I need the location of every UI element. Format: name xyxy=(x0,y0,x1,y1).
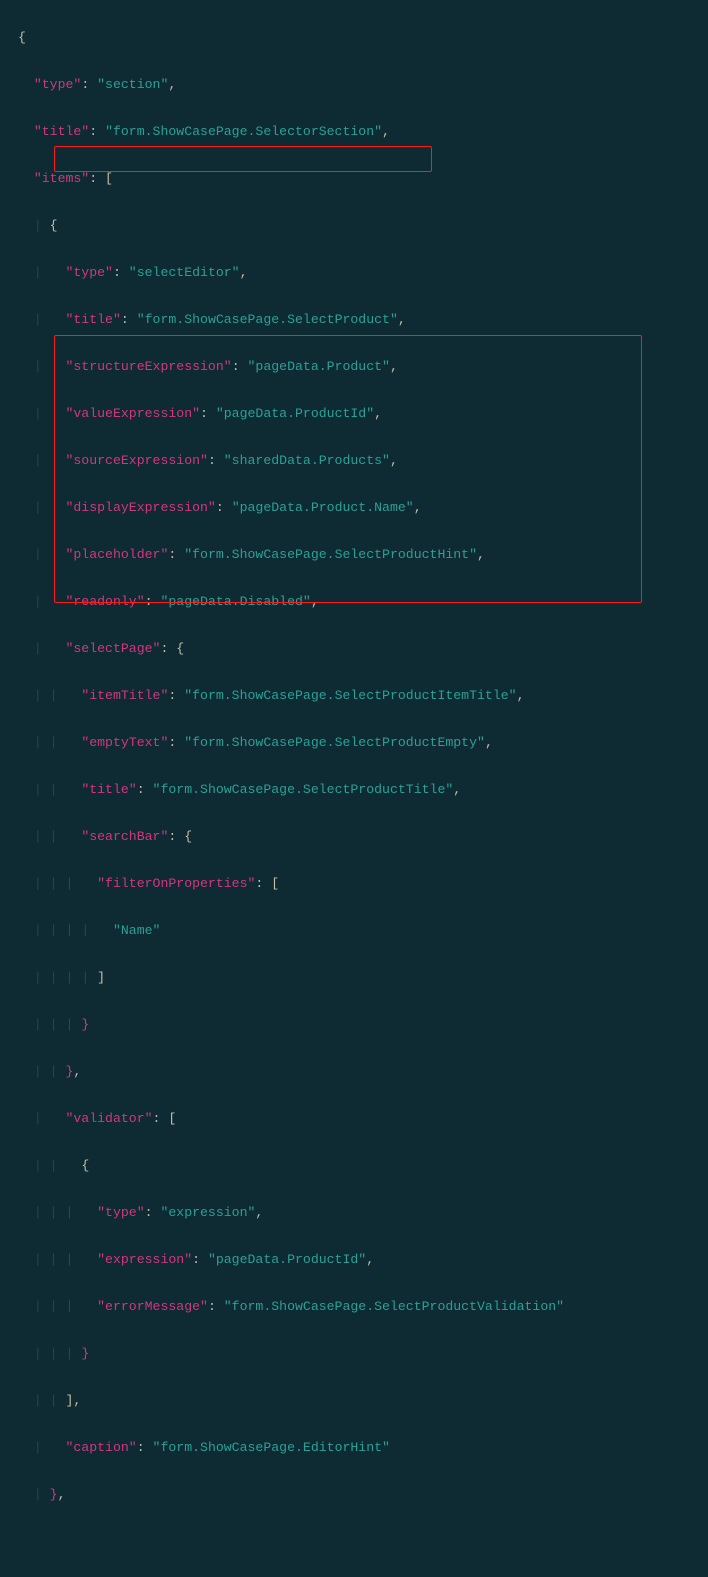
code-line: | "structureExpression": "pageData.Produ… xyxy=(0,355,708,379)
code-line: | | "emptyText": "form.ShowCasePage.Sele… xyxy=(0,731,708,755)
code-line: "items": [ xyxy=(0,167,708,191)
code-line: | | | | ] xyxy=(0,966,708,990)
code-line: | "title": "form.ShowCasePage.SelectProd… xyxy=(0,308,708,332)
code-block: { "type": "section", "title": "form.Show… xyxy=(0,2,708,1577)
brace: { xyxy=(18,30,26,45)
code-line: | "type": "selectEditor", xyxy=(0,261,708,285)
code-line: | | }, xyxy=(0,1060,708,1084)
code-line: | "valueExpression": "pageData.ProductId… xyxy=(0,402,708,426)
code-line: "title": "form.ShowCasePage.SelectorSect… xyxy=(0,120,708,144)
code-line: | | | "type": "expression", xyxy=(0,1201,708,1225)
code-line: | "validator": [ xyxy=(0,1107,708,1131)
code-line: | | | } xyxy=(0,1013,708,1037)
code-line: | "readonly": "pageData.Disabled", xyxy=(0,590,708,614)
code-line: | | "searchBar": { xyxy=(0,825,708,849)
code-line: "type": "section", xyxy=(0,73,708,97)
code-line: | | | "expression": "pageData.ProductId"… xyxy=(0,1248,708,1272)
code-line: | | { xyxy=(0,1154,708,1178)
code-line: | }, xyxy=(0,1483,708,1507)
code-line: | "sourceExpression": "sharedData.Produc… xyxy=(0,449,708,473)
code-line: | "selectPage": { xyxy=(0,637,708,661)
code-line: | "displayExpression": "pageData.Product… xyxy=(0,496,708,520)
code-line: | | "itemTitle": "form.ShowCasePage.Sele… xyxy=(0,684,708,708)
code-line: | "placeholder": "form.ShowCasePage.Sele… xyxy=(0,543,708,567)
code-line: | "caption": "form.ShowCasePage.EditorHi… xyxy=(0,1436,708,1460)
code-line: | { xyxy=(0,214,708,238)
code-line: | | | | "Name" xyxy=(0,919,708,943)
code-line: | | | } xyxy=(0,1342,708,1366)
code-line: | | | "filterOnProperties": [ xyxy=(0,872,708,896)
code-line: | | ], xyxy=(0,1389,708,1413)
code-line: | | | "errorMessage": "form.ShowCasePage… xyxy=(0,1295,708,1319)
code-line: { xyxy=(0,26,708,50)
code-line: | | "title": "form.ShowCasePage.SelectPr… xyxy=(0,778,708,802)
